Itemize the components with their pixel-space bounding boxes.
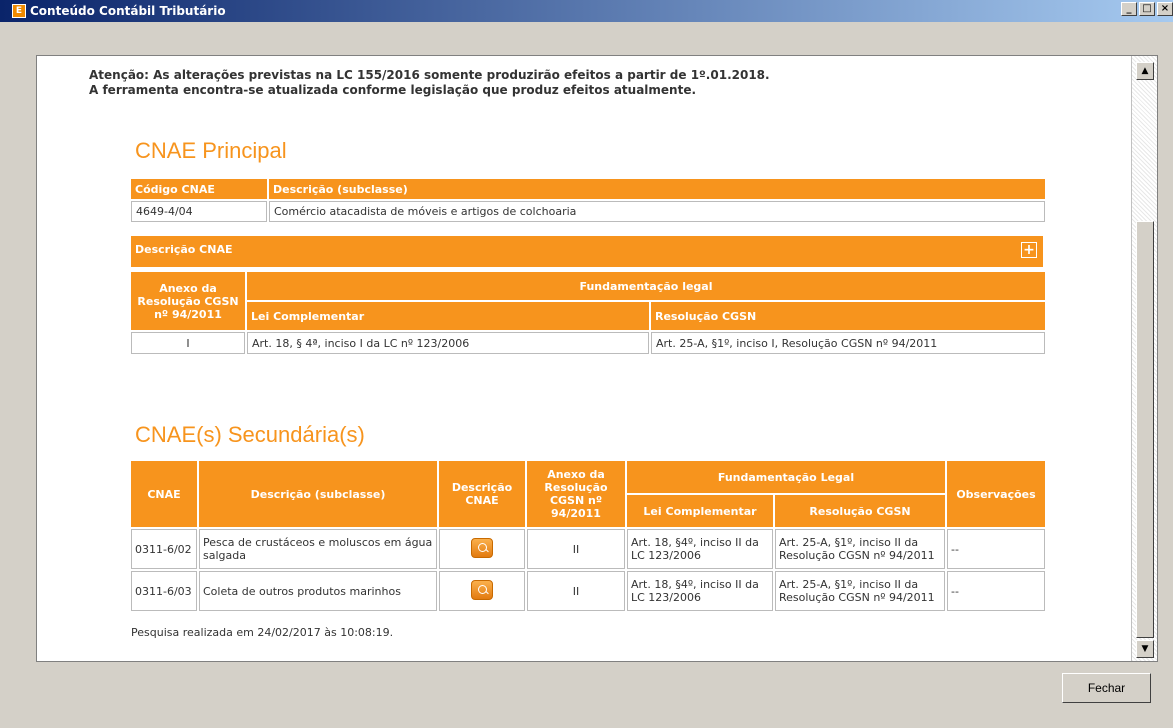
row-annex: II — [527, 529, 625, 569]
desc-cnae-label: Descrição CNAE — [135, 243, 233, 256]
row-desc-cnae — [439, 571, 525, 611]
principal-table: Código CNAE Descrição (subclasse) 4649-4… — [129, 177, 1047, 224]
expand-button[interactable]: + — [1021, 242, 1037, 258]
desc-cnae-bar[interactable]: Descrição CNAE + — [131, 236, 1043, 267]
window-title: Conteúdo Contábil Tributário — [30, 4, 226, 18]
title-bar: E Conteúdo Contábil Tributário _ □ × — [0, 0, 1173, 22]
principal-res: Art. 25-A, §1º, inciso I, Resolução CGSN… — [651, 332, 1045, 354]
row-lc: Art. 18, §4º, inciso II da LC 123/2006 — [627, 571, 773, 611]
close-button-label: Fechar — [1087, 681, 1126, 695]
principal-description: Comércio atacadista de móveis e artigos … — [269, 201, 1045, 222]
lc-header: Lei Complementar — [247, 302, 649, 330]
search-timestamp: Pesquisa realizada em 24/02/2017 às 10:0… — [131, 626, 394, 639]
row-cnae: 0311-6/02 — [131, 529, 197, 569]
row-cnae: 0311-6/03 — [131, 571, 197, 611]
row-desc-cnae — [439, 529, 525, 569]
maximize-button[interactable]: □ — [1139, 2, 1155, 16]
table-row: 0311-6/03 Coleta de outros produtos mari… — [131, 571, 1045, 611]
res-header: Resolução CGSN — [651, 302, 1045, 330]
row-obs: -- — [947, 529, 1045, 569]
res-header-2: Resolução CGSN — [775, 495, 945, 527]
annex-header: Anexo da Resolução CGSN nº 94/2011 — [131, 272, 245, 330]
principal-annex: I — [131, 332, 245, 354]
row-lc: Art. 18, §4º, inciso II da LC 123/2006 — [627, 529, 773, 569]
desc-header: Descrição (subclasse) — [199, 461, 437, 527]
search-icon[interactable] — [471, 537, 493, 558]
principal-code: 4649-4/04 — [131, 201, 267, 222]
window-controls: _ □ × — [1121, 2, 1173, 16]
row-obs: -- — [947, 571, 1045, 611]
vertical-scrollbar[interactable]: ▲ ▼ — [1131, 56, 1157, 661]
app-icon: E — [12, 4, 26, 18]
col-code-header: Código CNAE — [131, 179, 267, 199]
secondary-table: CNAE Descrição (subclasse) Descrição CNA… — [129, 459, 1047, 613]
legal-table: Anexo da Resolução CGSN nº 94/2011 Funda… — [129, 270, 1047, 356]
lc-header-2: Lei Complementar — [627, 495, 773, 527]
content-frame: Atenção: As alterações previstas na LC 1… — [36, 55, 1158, 662]
annex-header-2: Anexo da Resolução CGSN nº 94/2011 — [527, 461, 625, 527]
cnae-header: CNAE — [131, 461, 197, 527]
row-desc: Coleta de outros produtos marinhos — [199, 571, 437, 611]
notice: Atenção: As alterações previstas na LC 1… — [89, 68, 770, 98]
desc-cnae-header: Descrição CNAE — [439, 461, 525, 527]
row-res: Art. 25-A, §1º, inciso II da Resolução C… — [775, 529, 945, 569]
close-button[interactable]: Fechar — [1062, 673, 1151, 703]
scroll-up-button[interactable]: ▲ — [1136, 62, 1154, 80]
table-row: 0311-6/02 Pesca de crustáceos e moluscos… — [131, 529, 1045, 569]
notice-line-1: Atenção: As alterações previstas na LC 1… — [89, 68, 770, 82]
content-area: Atenção: As alterações previstas na LC 1… — [37, 56, 1131, 661]
principal-title: CNAE Principal — [135, 138, 287, 163]
scroll-down-button[interactable]: ▼ — [1136, 640, 1154, 658]
row-annex: II — [527, 571, 625, 611]
scroll-thumb[interactable] — [1136, 221, 1154, 638]
minimize-button[interactable]: _ — [1121, 2, 1137, 16]
search-icon[interactable] — [471, 579, 493, 600]
legal-header: Fundamentação legal — [247, 272, 1045, 300]
row-desc: Pesca de crustáceos e moluscos em água s… — [199, 529, 437, 569]
obs-header: Observações — [947, 461, 1045, 527]
close-window-button[interactable]: × — [1157, 2, 1173, 16]
row-res: Art. 25-A, §1º, inciso II da Resolução C… — [775, 571, 945, 611]
legal-header-2: Fundamentação Legal — [627, 461, 945, 493]
principal-lc: Art. 18, § 4ª, inciso I da LC nº 123/200… — [247, 332, 649, 354]
secondary-title: CNAE(s) Secundária(s) — [135, 422, 365, 447]
col-desc-header: Descrição (subclasse) — [269, 179, 1045, 199]
notice-line-2: A ferramenta encontra-se atualizada conf… — [89, 83, 697, 97]
